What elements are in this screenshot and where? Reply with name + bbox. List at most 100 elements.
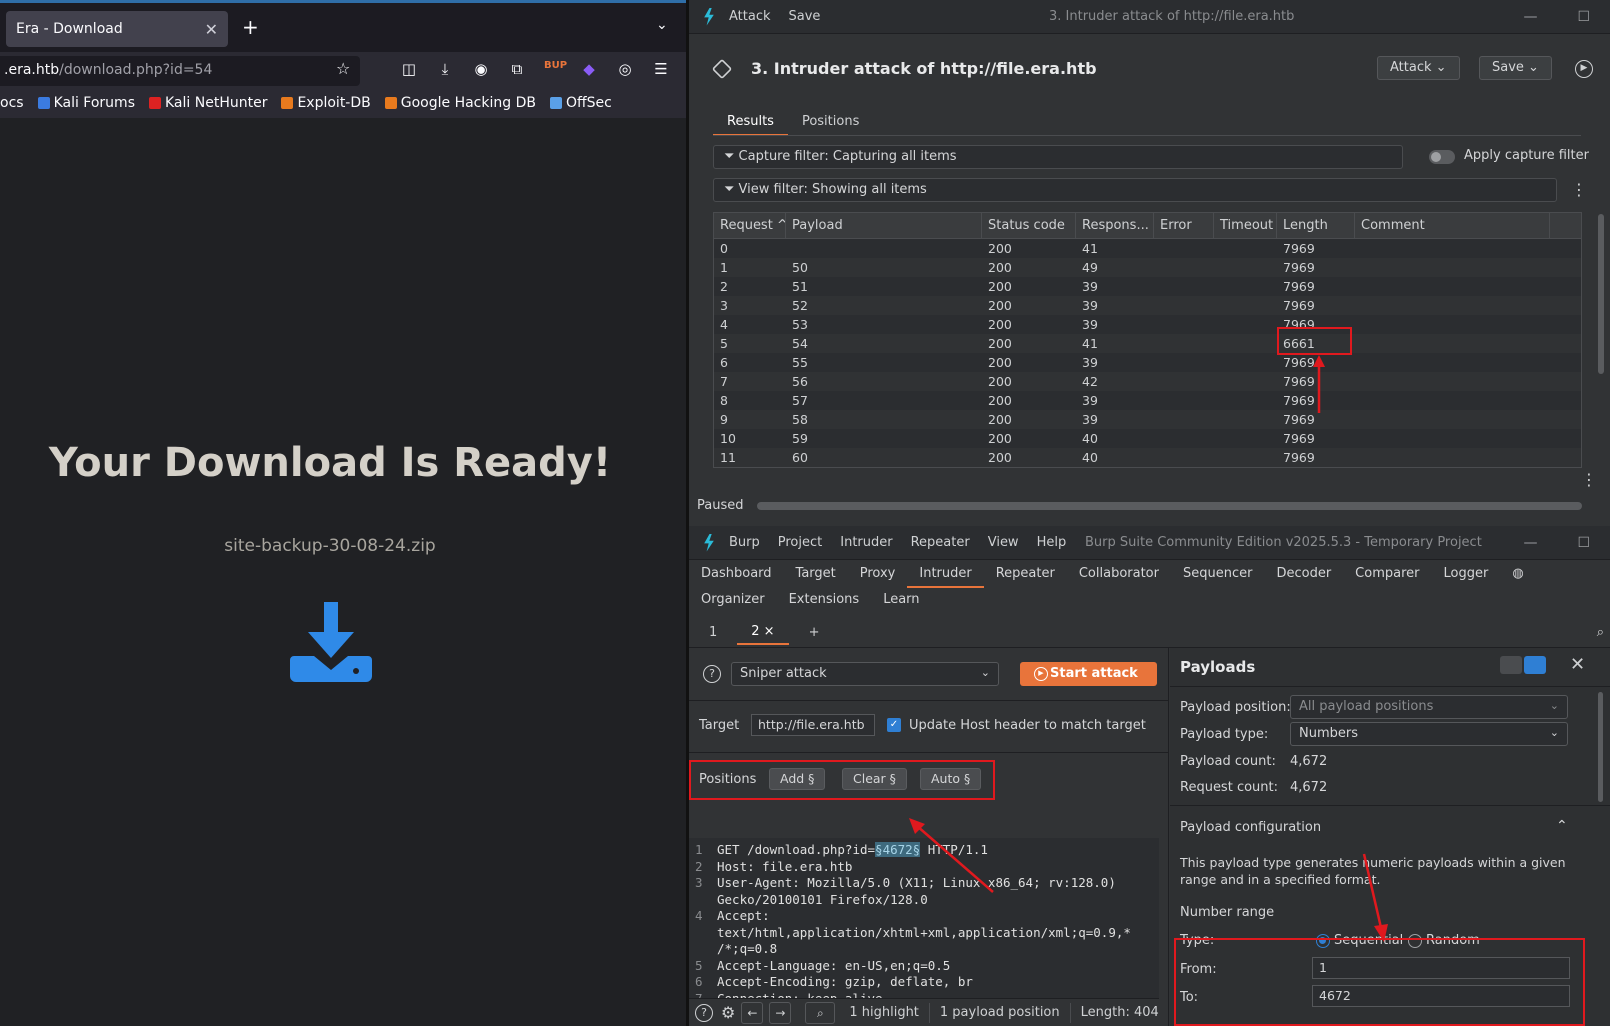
- table-row[interactable]: 0 200 41 7969: [714, 239, 1581, 258]
- resume-icon[interactable]: ▶: [1575, 60, 1593, 78]
- search-icon[interactable]: ⌕: [1597, 625, 1604, 640]
- menu-project[interactable]: Project: [778, 535, 822, 550]
- attack-dropdown-button[interactable]: Attack ⌄: [1377, 56, 1460, 80]
- tab-positions[interactable]: Positions: [788, 110, 873, 136]
- collapse-chevron-icon[interactable]: ⌃: [1556, 818, 1568, 834]
- update-host-checkbox[interactable]: ✓: [887, 718, 901, 732]
- menu-view[interactable]: View: [988, 535, 1019, 550]
- from-input[interactable]: 1: [1312, 957, 1570, 979]
- back-icon[interactable]: [711, 58, 733, 80]
- table-row[interactable]: 10 59 200 40 7969: [714, 429, 1581, 448]
- globe-icon[interactable]: ◍: [1500, 566, 1535, 581]
- extensions-icon[interactable]: ⧉: [508, 60, 526, 78]
- col-comment[interactable]: Comment: [1355, 213, 1550, 238]
- badge-extension-icon[interactable]: ◆: [580, 60, 598, 78]
- tab-proxy[interactable]: Proxy: [848, 566, 908, 581]
- view-filter-bar[interactable]: ⏷ View filter: Showing all items: [713, 178, 1557, 202]
- table-row[interactable]: 9 58 200 39 7969: [714, 410, 1581, 429]
- bookmark-item[interactable]: Kali NetHunter: [149, 95, 267, 111]
- capture-filter-bar[interactable]: ⏷ Capture filter: Capturing all items: [713, 145, 1403, 169]
- table-row[interactable]: 5 54 200 41 6661: [714, 334, 1581, 353]
- request-editor[interactable]: 1 GET /download.php?id=§4672§ HTTP/1.1 2 Ho…: [689, 838, 1159, 998]
- tab-sequencer[interactable]: Sequencer: [1171, 566, 1264, 581]
- bookmark-item[interactable]: Exploit-DB: [281, 95, 371, 111]
- menu-help[interactable]: Help: [1037, 535, 1067, 550]
- tab-organizer[interactable]: Organizer: [689, 592, 777, 607]
- results-scrollbar[interactable]: [1598, 214, 1604, 374]
- download-icon[interactable]: [290, 600, 372, 682]
- add-subtab-icon[interactable]: +: [795, 621, 834, 644]
- minimize-icon[interactable]: —: [1523, 9, 1537, 25]
- table-row[interactable]: 6 55 200 39 7969: [714, 353, 1581, 372]
- col-response[interactable]: Respons...: [1076, 213, 1154, 238]
- col-payload[interactable]: Payload: [786, 213, 982, 238]
- menu-repeater[interactable]: Repeater: [911, 535, 970, 550]
- browser-tab[interactable]: Era - Download ✕: [6, 11, 228, 47]
- maximize-icon[interactable]: ☐: [1577, 535, 1590, 551]
- menu-burp[interactable]: Burp: [729, 535, 760, 550]
- maximize-icon[interactable]: ☐: [1577, 9, 1590, 25]
- random-radio[interactable]: [1408, 934, 1422, 948]
- tab-extensions[interactable]: Extensions: [777, 592, 872, 607]
- subtab-2[interactable]: 2 ×: [737, 620, 789, 645]
- arrow-left-icon[interactable]: ←: [741, 1001, 764, 1024]
- bookmark-item[interactable]: Kali Forums: [37, 95, 135, 111]
- new-tab-icon[interactable]: +: [242, 15, 259, 39]
- table-row[interactable]: 11 60 200 40 7969: [714, 448, 1581, 467]
- add-marker-button[interactable]: Add §: [769, 768, 826, 790]
- save-dropdown-button[interactable]: Save ⌄: [1479, 56, 1552, 80]
- bookmark-item[interactable]: ocs: [0, 95, 24, 111]
- menu-intruder[interactable]: Intruder: [840, 535, 892, 550]
- download-icon[interactable]: ⤓: [436, 60, 454, 78]
- tab-repeater[interactable]: Repeater: [984, 566, 1067, 581]
- tab-learn[interactable]: Learn: [871, 592, 931, 607]
- burp-extension-icon[interactable]: BUP: [544, 60, 567, 78]
- auto-marker-button[interactable]: Auto §: [920, 768, 982, 790]
- hamburger-menu-icon[interactable]: ☰: [652, 60, 670, 78]
- payload-type-select[interactable]: Numbers ⌄: [1290, 722, 1568, 746]
- settings-gear-icon[interactable]: ⚙: [721, 1003, 735, 1022]
- pocket-icon[interactable]: ◫: [400, 60, 418, 78]
- help-icon[interactable]: ?: [703, 665, 721, 683]
- tab-comparer[interactable]: Comparer: [1343, 566, 1431, 581]
- table-row[interactable]: 7 56 200 42 7969: [714, 372, 1581, 391]
- arrow-right-icon[interactable]: →: [769, 1001, 792, 1024]
- close-tab-icon[interactable]: ✕: [205, 20, 218, 39]
- table-row[interactable]: 1 50 200 49 7969: [714, 258, 1581, 277]
- bookmark-item[interactable]: Google Hacking DB: [384, 95, 536, 111]
- attack-type-select[interactable]: Sniper attack ⌄: [731, 662, 999, 686]
- more-options-icon[interactable]: ⋮: [1581, 470, 1597, 489]
- close-icon[interactable]: ✕: [1570, 654, 1585, 675]
- more-options-icon[interactable]: ⋮: [1571, 180, 1587, 199]
- to-input[interactable]: 4672: [1312, 985, 1570, 1007]
- url-bar[interactable]: .era.htb/download.php?id=54: [0, 56, 360, 86]
- col-error[interactable]: Error: [1154, 213, 1214, 238]
- capture-filter-toggle[interactable]: [1429, 150, 1455, 164]
- minimize-icon[interactable]: —: [1523, 535, 1537, 551]
- table-row[interactable]: 8 57 200 39 7969: [714, 391, 1581, 410]
- clear-marker-button[interactable]: Clear §: [842, 768, 907, 790]
- layout-vertical-icon[interactable]: [1524, 656, 1546, 674]
- subtab-1[interactable]: 1: [695, 621, 731, 644]
- chevron-down-icon[interactable]: ⌄: [656, 17, 668, 33]
- menu-save[interactable]: Save: [789, 9, 821, 24]
- table-row[interactable]: 2 51 200 39 7969: [714, 277, 1581, 296]
- col-timeout[interactable]: Timeout: [1214, 213, 1277, 238]
- tab-logger[interactable]: Logger: [1432, 566, 1501, 581]
- help-icon[interactable]: ?: [695, 1003, 713, 1022]
- tab-target[interactable]: Target: [784, 566, 848, 581]
- account-icon[interactable]: ◉: [472, 60, 490, 78]
- payloads-scrollbar[interactable]: [1598, 692, 1603, 802]
- target-input[interactable]: http://file.era.htb: [751, 714, 875, 736]
- col-length[interactable]: Length: [1277, 213, 1355, 238]
- start-attack-button[interactable]: ▶ Start attack: [1020, 662, 1157, 686]
- payload-position-select[interactable]: All payload positions ⌄: [1290, 695, 1568, 719]
- tab-dashboard[interactable]: Dashboard: [689, 566, 784, 581]
- tab-decoder[interactable]: Decoder: [1264, 566, 1343, 581]
- bookmark-item[interactable]: OffSec: [549, 95, 612, 111]
- tab-results[interactable]: Results: [713, 110, 788, 136]
- payload-marker[interactable]: §4672§: [875, 842, 921, 857]
- col-status-code[interactable]: Status code: [982, 213, 1076, 238]
- table-row[interactable]: 3 52 200 39 7969: [714, 296, 1581, 315]
- layout-horizontal-icon[interactable]: [1500, 656, 1522, 674]
